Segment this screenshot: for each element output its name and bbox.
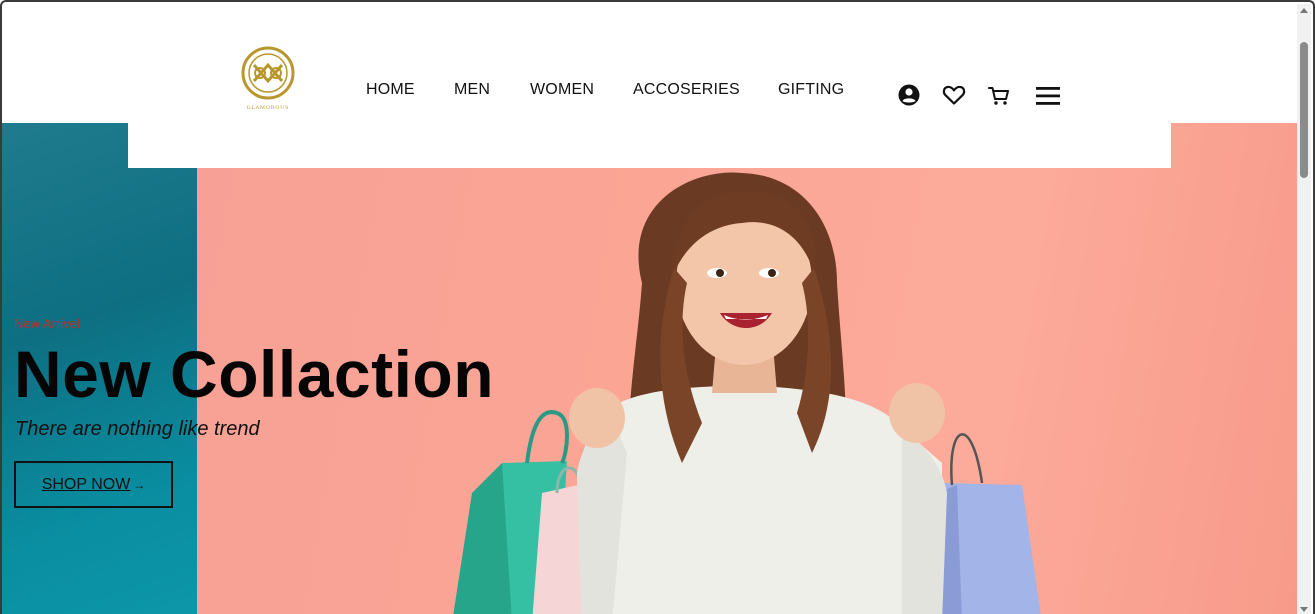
nav-accessories[interactable]: ACCOSERIES	[633, 81, 740, 99]
site-header	[4, 4, 1301, 123]
blue-shopping-bag	[932, 433, 1041, 614]
hero-eyebrow: New Arrivel	[14, 316, 80, 331]
hero-tagline: There are nothing like trend	[15, 418, 260, 440]
brand-logo[interactable]: GLAMOROUS	[240, 45, 298, 113]
scroll-thumb[interactable]	[1300, 42, 1308, 178]
arrow-right-icon: →	[133, 477, 146, 492]
vertical-scrollbar[interactable]	[1297, 4, 1311, 614]
hero-banner: New Arrivel New Collaction There are not…	[2, 123, 1301, 614]
nav-gifting[interactable]: GIFTING	[778, 81, 844, 99]
scroll-down-arrow-icon[interactable]	[1300, 607, 1308, 612]
nav-women[interactable]: WOMEN	[530, 81, 594, 99]
heart-icon[interactable]	[941, 82, 967, 108]
nav-home[interactable]: HOME	[366, 81, 415, 99]
cart-icon[interactable]	[986, 82, 1012, 108]
shop-now-label: SHOP NOW	[41, 475, 131, 493]
menu-icon[interactable]	[1035, 83, 1061, 109]
scroll-up-arrow-icon[interactable]	[1300, 8, 1308, 13]
header-extension	[128, 123, 1171, 168]
shop-now-button[interactable]: SHOP NOW →	[14, 461, 173, 508]
brand-logo-text: GLAMOROUS	[247, 105, 290, 111]
nav-men[interactable]: MEN	[454, 81, 490, 99]
account-icon[interactable]	[896, 82, 922, 108]
hero-headline: New Collaction	[14, 337, 495, 411]
browser-window: New Arrivel New Collaction There are not…	[0, 0, 1315, 614]
